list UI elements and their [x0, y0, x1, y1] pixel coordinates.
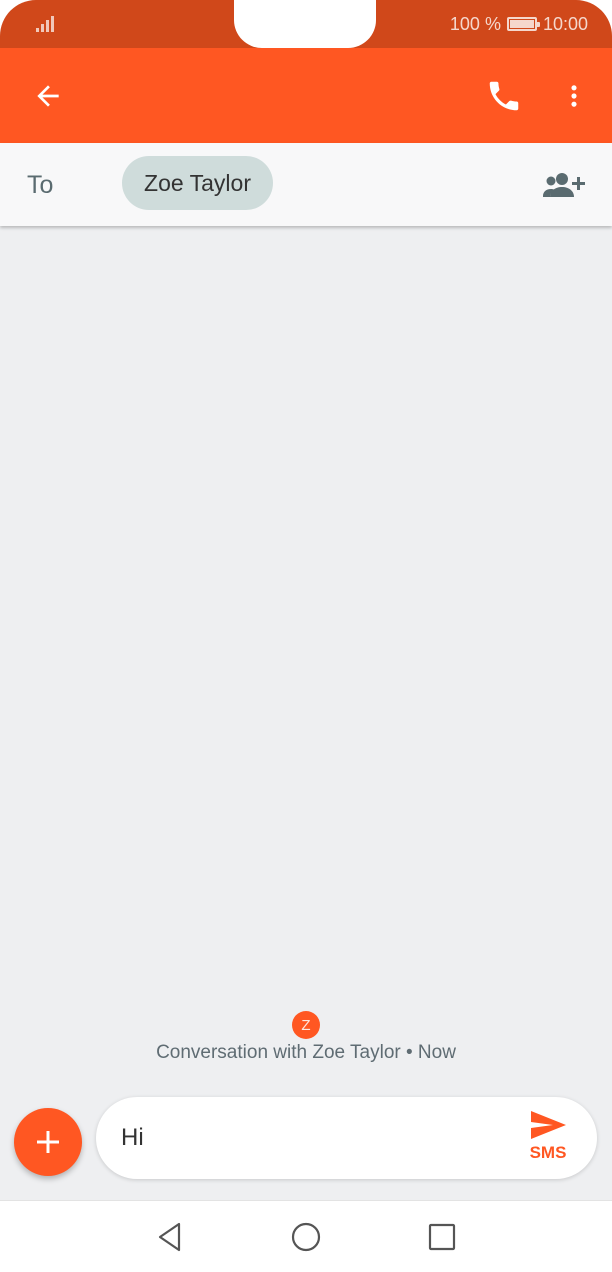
- conversation-info: Conversation with Zoe Taylor • Now: [156, 1042, 456, 1063]
- add-contact-icon: [543, 173, 585, 197]
- circle-home-icon: [291, 1222, 321, 1252]
- battery-percent: 100 %: [449, 13, 501, 34]
- signal-icon: [36, 16, 54, 32]
- triangle-back-icon: [158, 1222, 181, 1252]
- call-button[interactable]: [480, 72, 528, 120]
- add-recipient-button[interactable]: [538, 163, 590, 207]
- nav-back-button[interactable]: [148, 1215, 192, 1259]
- more-options-button[interactable]: [552, 72, 596, 120]
- back-arrow-icon: [37, 85, 59, 107]
- system-nav-bar: [0, 1200, 612, 1272]
- phone-icon: [489, 81, 519, 111]
- compose-input-text[interactable]: Hi: [121, 1124, 144, 1152]
- send-sms-button[interactable]: SMS: [520, 1109, 576, 1169]
- back-button[interactable]: [24, 72, 72, 120]
- recipient-chip[interactable]: Zoe Taylor: [122, 156, 273, 210]
- to-label: To: [27, 171, 54, 199]
- add-attachment-button[interactable]: [14, 1108, 82, 1176]
- contact-avatar: Z: [292, 1011, 320, 1039]
- send-label: SMS: [529, 1143, 567, 1162]
- nav-home-button[interactable]: [284, 1215, 328, 1259]
- app-bar: [0, 48, 612, 143]
- camera-notch: [234, 0, 376, 48]
- messaging-screen: 100 % 10:00 To Zoe Taylor Z Conversation…: [0, 0, 612, 1272]
- more-vert-icon: [571, 85, 577, 107]
- plus-icon: [37, 1131, 59, 1153]
- conversation-area: Z Conversation with Zoe Taylor • Now Hi …: [0, 226, 612, 1200]
- recipient-row: To Zoe Taylor: [0, 143, 612, 226]
- battery-icon: [506, 17, 540, 31]
- square-recents-icon: [428, 1223, 456, 1251]
- compose-field[interactable]: Hi SMS: [96, 1097, 597, 1179]
- status-bar: 100 % 10:00: [0, 0, 612, 48]
- send-icon: [531, 1111, 566, 1139]
- clock: 10:00: [542, 13, 588, 34]
- nav-recents-button[interactable]: [420, 1215, 464, 1259]
- status-indicators: 100 % 10:00: [450, 13, 588, 35]
